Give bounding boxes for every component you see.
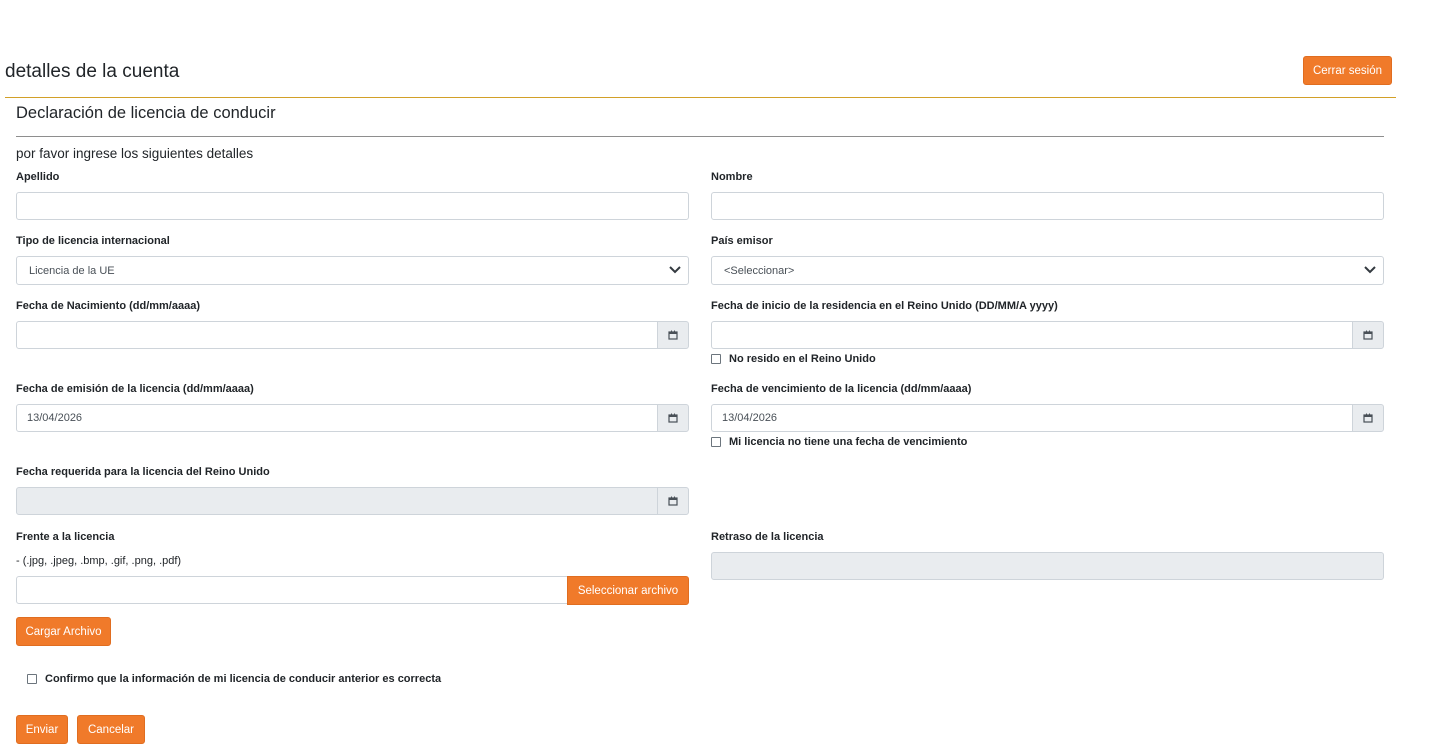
chevron-down-icon <box>1364 266 1376 274</box>
calendar-icon <box>668 413 678 423</box>
license-type-selected: Licencia de la UE <box>29 264 115 277</box>
not-uk-resident-label: No resido en el Reino Unido <box>729 353 876 365</box>
uk-required-date-label: Fecha requerida para la licencia del Rei… <box>16 466 270 478</box>
submit-button[interactable]: Enviar <box>16 715 68 744</box>
license-back-input <box>711 552 1384 580</box>
license-front-label: Frente a la licencia <box>16 531 115 543</box>
uk-required-date-picker-button[interactable] <box>657 487 689 515</box>
no-expiry-label: Mi licencia no tiene una fecha de vencim… <box>729 436 968 448</box>
expiry-date-input[interactable] <box>711 404 1353 432</box>
issue-date-input[interactable] <box>16 404 658 432</box>
select-file-button[interactable]: Seleccionar archivo <box>567 576 689 605</box>
calendar-icon <box>1363 413 1373 423</box>
license-front-file-input[interactable] <box>16 576 568 604</box>
birth-date-picker-button[interactable] <box>657 321 689 349</box>
uk-residence-start-label: Fecha de inicio de la residencia en el R… <box>711 300 1058 312</box>
license-type-select[interactable]: Licencia de la UE <box>16 256 689 285</box>
first-name-input[interactable] <box>711 192 1384 220</box>
surname-input[interactable] <box>16 192 689 220</box>
page-title: detalles de la cuenta <box>5 61 180 82</box>
issuing-country-select[interactable]: <Seleccionar> <box>711 256 1384 285</box>
expiry-date-label: Fecha de vencimiento de la licencia (dd/… <box>711 383 972 395</box>
uk-residence-start-picker-button[interactable] <box>1352 321 1384 349</box>
birth-date-label: Fecha de Nacimiento (dd/mm/aaaa) <box>16 300 200 312</box>
calendar-icon <box>668 496 678 506</box>
calendar-icon <box>1363 330 1373 340</box>
confirm-label: Confirmo que la información de mi licenc… <box>45 673 442 685</box>
section-title: Declaración de licencia de conducir <box>16 104 276 122</box>
confirm-option[interactable]: Confirmo que la información de mi licenc… <box>27 673 441 685</box>
no-expiry-checkbox[interactable] <box>711 437 721 447</box>
uk-residence-start-input[interactable] <box>711 321 1353 349</box>
surname-label: Apellido <box>16 171 60 183</box>
issuing-country-selected: <Seleccionar> <box>724 264 795 277</box>
first-name-label: Nombre <box>711 171 753 183</box>
no-expiry-option[interactable]: Mi licencia no tiene una fecha de vencim… <box>711 436 967 448</box>
chevron-down-icon <box>669 266 681 274</box>
section-divider <box>16 136 1384 137</box>
birth-date-input[interactable] <box>16 321 658 349</box>
header-divider <box>5 97 1396 98</box>
logout-button[interactable]: Cerrar sesión <box>1303 56 1392 85</box>
issue-date-picker-button[interactable] <box>657 404 689 432</box>
intro-text: por favor ingrese los siguientes detalle… <box>16 146 254 161</box>
cancel-button[interactable]: Cancelar <box>77 715 145 744</box>
uk-required-date-input <box>16 487 658 515</box>
license-back-label: Retraso de la licencia <box>711 531 824 543</box>
issuing-country-label: País emisor <box>711 235 773 247</box>
issue-date-label: Fecha de emisión de la licencia (dd/mm/a… <box>16 383 254 395</box>
not-uk-resident-option[interactable]: No resido en el Reino Unido <box>711 353 876 365</box>
calendar-icon <box>668 330 678 340</box>
not-uk-resident-checkbox[interactable] <box>711 354 721 364</box>
expiry-date-picker-button[interactable] <box>1352 404 1384 432</box>
confirm-checkbox[interactable] <box>27 674 37 684</box>
upload-file-button[interactable]: Cargar Archivo <box>16 617 111 646</box>
license-front-file-types: - (.jpg, .jpeg, .bmp, .gif, .png, .pdf) <box>16 555 182 567</box>
license-type-label: Tipo de licencia internacional <box>16 235 170 247</box>
